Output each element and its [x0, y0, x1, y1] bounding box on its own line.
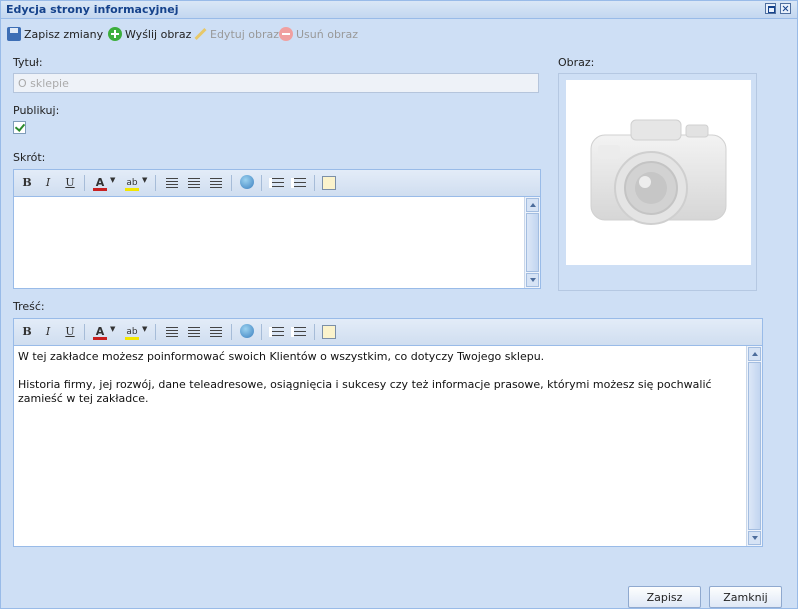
align-right-icon[interactable]: [210, 178, 222, 188]
maximize-icon[interactable]: [765, 3, 776, 14]
window-title: Edycja strony informacyjnej: [6, 3, 179, 16]
close-button[interactable]: Zamknij: [709, 586, 782, 608]
add-icon: [108, 27, 122, 41]
title-label: Tytuł:: [13, 56, 43, 69]
link-globe-icon[interactable]: [240, 175, 254, 189]
publish-label: Publikuj:: [13, 104, 60, 117]
scroll-thumb[interactable]: [526, 213, 539, 272]
scroll-down-icon[interactable]: [748, 531, 761, 545]
image-preview: [566, 80, 751, 265]
toolbar-separator: [84, 175, 85, 191]
toolbar-separator: [314, 324, 315, 340]
close-icon[interactable]: [780, 3, 791, 14]
delete-image-button[interactable]: Usuń obraz: [279, 25, 358, 45]
summary-scrollbar[interactable]: [524, 197, 540, 288]
scroll-up-icon[interactable]: [748, 347, 761, 361]
align-center-icon[interactable]: [188, 327, 200, 337]
edit-info-page-window: Edycja strony informacyjnej Zapisz zmian…: [0, 0, 798, 609]
toolbar-separator: [231, 175, 232, 191]
toolbar-separator: [155, 175, 156, 191]
content-editor: B I U A ▼ ab ▼ W tej zakładce możesz poi…: [13, 318, 763, 547]
content-editor-body[interactable]: W tej zakładce możesz poinformować swoic…: [14, 346, 746, 546]
toolbar-separator: [261, 175, 262, 191]
highlight-color-button[interactable]: ab: [124, 175, 140, 191]
window-titlebar[interactable]: Edycja strony informacyjnej: [1, 1, 797, 19]
bold-button[interactable]: B: [19, 175, 35, 191]
italic-button[interactable]: I: [40, 324, 56, 340]
bold-button[interactable]: B: [19, 324, 35, 340]
underline-button[interactable]: U: [62, 324, 78, 340]
toolbar-separator: [314, 175, 315, 191]
font-color-button[interactable]: A: [92, 175, 108, 191]
summary-editor: B I U A ▼ ab ▼: [13, 169, 541, 289]
toolbar-separator: [231, 324, 232, 340]
source-edit-icon[interactable]: [322, 176, 336, 190]
remove-icon: [279, 27, 293, 41]
bullet-list-icon[interactable]: [291, 327, 306, 337]
chevron-down-icon[interactable]: ▼: [110, 325, 115, 333]
pencil-icon: [193, 27, 207, 41]
edit-image-label: Edytuj obraz: [210, 28, 280, 41]
scroll-thumb[interactable]: [748, 362, 761, 530]
image-label: Obraz:: [558, 56, 595, 69]
align-center-icon[interactable]: [188, 178, 200, 188]
scroll-up-icon[interactable]: [526, 198, 539, 212]
underline-button[interactable]: U: [62, 175, 78, 191]
align-right-icon[interactable]: [210, 327, 222, 337]
numbered-list-icon[interactable]: [269, 327, 284, 337]
align-left-icon[interactable]: [166, 327, 178, 337]
delete-image-label: Usuń obraz: [296, 28, 358, 41]
edit-image-button[interactable]: Edytuj obraz: [193, 25, 279, 45]
toolbar-separator: [155, 324, 156, 340]
chevron-down-icon[interactable]: ▼: [110, 176, 115, 184]
camera-placeholder-icon: [590, 119, 727, 225]
summary-label: Skrót:: [13, 151, 46, 164]
content-paragraph: Historia firmy, jej rozwój, dane teleadr…: [18, 378, 712, 405]
source-edit-icon[interactable]: [322, 325, 336, 339]
highlight-color-button[interactable]: ab: [124, 324, 140, 340]
content-paragraph: W tej zakładce możesz poinformować swoic…: [18, 350, 545, 363]
link-globe-icon[interactable]: [240, 324, 254, 338]
title-input-value: O sklepie: [18, 77, 69, 90]
content-label: Treść:: [13, 300, 45, 313]
chevron-down-icon[interactable]: ▼: [142, 325, 147, 333]
font-color-button[interactable]: A: [92, 324, 108, 340]
chevron-down-icon[interactable]: ▼: [142, 176, 147, 184]
upload-image-label: Wyślij obraz: [125, 28, 192, 41]
bullet-list-icon[interactable]: [291, 178, 306, 188]
summary-editor-body[interactable]: [14, 197, 524, 288]
toolbar-separator: [261, 324, 262, 340]
content-editor-toolbar: B I U A ▼ ab ▼: [14, 319, 762, 346]
numbered-list-icon[interactable]: [269, 178, 284, 188]
title-input[interactable]: O sklepie: [13, 73, 539, 93]
publish-checkbox[interactable]: [13, 121, 26, 134]
align-left-icon[interactable]: [166, 178, 178, 188]
summary-editor-toolbar: B I U A ▼ ab ▼: [14, 170, 540, 197]
scroll-down-icon[interactable]: [526, 273, 539, 287]
upload-image-button[interactable]: Wyślij obraz: [108, 25, 191, 45]
save-button[interactable]: Zapisz: [628, 586, 701, 608]
content-scrollbar[interactable]: [746, 346, 762, 546]
floppy-disk-icon: [7, 27, 21, 41]
save-changes-label: Zapisz zmiany: [24, 28, 104, 41]
italic-button[interactable]: I: [40, 175, 56, 191]
image-panel: [558, 73, 757, 291]
toolbar-separator: [84, 324, 85, 340]
save-changes-button[interactable]: Zapisz zmiany: [7, 25, 103, 45]
